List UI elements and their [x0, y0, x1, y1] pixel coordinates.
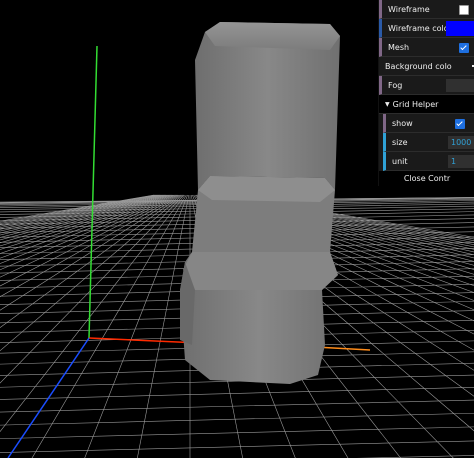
z-axis: [7, 337, 90, 458]
background-color-label: Background colo: [385, 62, 452, 71]
wireframe-label: Wireframe: [388, 5, 430, 14]
grid-helper-folder[interactable]: ▼ Grid Helper: [379, 95, 474, 114]
grid-line: [0, 194, 173, 254]
grid-line: [0, 194, 174, 259]
wireframe-color-swatch[interactable]: [446, 21, 474, 36]
mesh-checkbox[interactable]: [459, 43, 469, 53]
fog-row[interactable]: Fog: [379, 76, 474, 95]
grid-line: [0, 194, 170, 247]
fog-label: Fog: [388, 81, 403, 90]
size-input[interactable]: 1000: [448, 136, 474, 149]
grid-line: [0, 194, 181, 311]
y-axis: [88, 45, 98, 339]
grid-line: [0, 194, 176, 271]
show-row[interactable]: show: [383, 114, 474, 133]
3d-model[interactable]: [180, 22, 340, 384]
background-color-row[interactable]: Background colo: [379, 57, 474, 76]
grid-line: [0, 194, 175, 264]
triangle-down-icon: ▼: [385, 101, 390, 108]
fog-field[interactable]: [446, 79, 474, 92]
unit-row[interactable]: unit 1: [383, 152, 474, 171]
grid-line: [0, 387, 474, 400]
close-controls-button[interactable]: Close Contr: [379, 171, 474, 186]
grid-line: [31, 194, 187, 458]
grid-helper-title: Grid Helper: [392, 100, 439, 109]
wireframe-row[interactable]: Wireframe: [379, 0, 474, 19]
wireframe-color-row[interactable]: Wireframe color: [379, 19, 474, 38]
show-label: show: [392, 119, 413, 128]
mesh-label: Mesh: [388, 43, 410, 52]
unit-label: unit: [392, 157, 408, 166]
show-checkbox[interactable]: [455, 119, 465, 129]
unit-input[interactable]: 1: [448, 155, 474, 168]
grid-line: [0, 399, 474, 413]
grid-line: [0, 194, 177, 278]
grid-line: [0, 412, 474, 426]
mesh-row[interactable]: Mesh: [379, 38, 474, 57]
grid-line: [0, 440, 474, 453]
grid-helper-controls: show size 1000 unit 1: [379, 114, 474, 171]
size-row[interactable]: size 1000: [383, 133, 474, 152]
controls-panel: Wireframe Wireframe color Mesh Backgroun…: [378, 0, 474, 186]
size-label: size: [392, 138, 408, 147]
wireframe-checkbox[interactable]: [459, 5, 469, 15]
